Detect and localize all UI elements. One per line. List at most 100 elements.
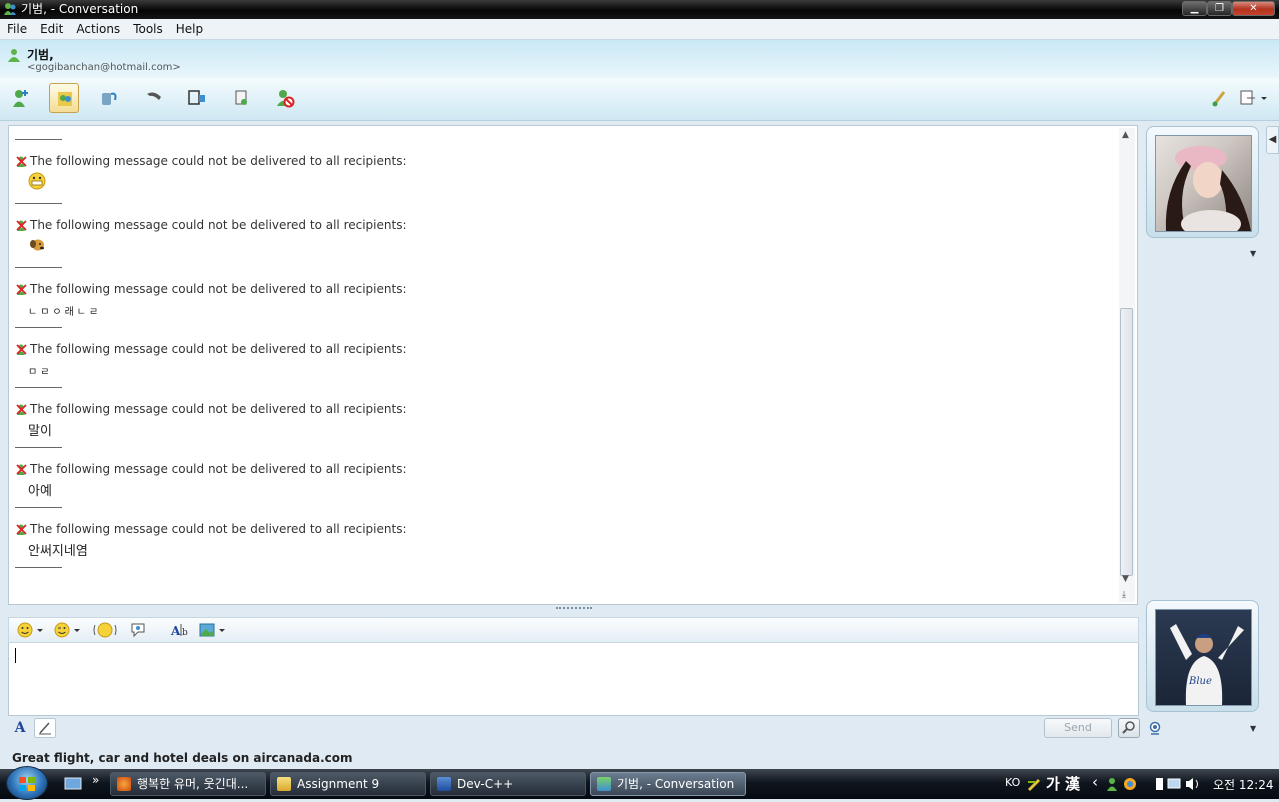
my-picture-dropdown[interactable]: ▼ (1250, 724, 1256, 733)
taskbar-item-label: 행복한 유머, 웃긴대... (137, 777, 249, 791)
input-language[interactable]: KO (1005, 776, 1020, 789)
tray-system-icons[interactable] (1154, 776, 1210, 792)
undelivered-icon (16, 156, 27, 167)
contact-status-icon (8, 49, 20, 62)
taskbar-item-label: 기범, - Conversation (617, 777, 735, 791)
contact-name[interactable]: 기범, (27, 46, 54, 63)
title-bar[interactable]: 기범, - Conversation ▁ ❐ ✕ (0, 0, 1279, 19)
search-button[interactable] (1118, 718, 1140, 738)
nudge-icon[interactable] (93, 621, 117, 639)
menu-help[interactable]: Help (169, 19, 209, 39)
message-content: ㄴㅁㅇ래ㄴㄹ (28, 307, 102, 318)
taskbar-item-label: Assignment 9 (297, 777, 380, 791)
taskbar-item-conversation[interactable]: 기범, - Conversation (590, 772, 746, 796)
ad-banner[interactable]: Great flight, car and hotel deals on air… (12, 751, 353, 765)
window-title: 기범, - Conversation (21, 2, 139, 16)
video-call-icon[interactable] (94, 83, 124, 113)
message-separator (15, 387, 62, 388)
messenger-icon (4, 3, 16, 15)
history-scrollbar[interactable]: ▲ ▼ ⤓ (1119, 128, 1135, 602)
undelivered-text: The following message could not be deliv… (30, 218, 407, 232)
undelivered-icon (16, 344, 27, 355)
undelivered-text: The following message could not be deliv… (30, 282, 407, 296)
message-separator (15, 139, 62, 140)
handwriting-button[interactable] (34, 718, 56, 738)
contact-email: <gogibanchan@hotmail.com> (27, 62, 181, 73)
menu-actions[interactable]: Actions (69, 19, 126, 39)
invite-contact-icon[interactable] (6, 83, 36, 113)
scroll-down-arrow[interactable]: ▼ (1122, 574, 1129, 584)
undelivered-text: The following message could not be deliv… (30, 342, 407, 356)
paintbrush-icon[interactable] (1210, 88, 1230, 108)
start-button[interactable] (6, 766, 48, 800)
grin-emoticon (28, 172, 46, 190)
message-separator (15, 327, 62, 328)
webcam-icon[interactable] (182, 83, 212, 113)
tray-expand-icon[interactable]: ‹ (1092, 773, 1098, 791)
taskbar-item-browser[interactable]: 행복한 유머, 웃긴대... (110, 772, 266, 796)
clock[interactable]: 오전 12:24 (1213, 776, 1273, 793)
undelivered-icon (16, 464, 27, 475)
resize-grip[interactable] (556, 607, 592, 613)
voice-clip-icon[interactable] (129, 621, 147, 639)
windows-logo-icon (19, 777, 35, 791)
text-caret (15, 648, 16, 663)
menu-file[interactable]: File (0, 19, 33, 39)
show-desktop-icon[interactable] (64, 777, 82, 791)
contact-display-picture[interactable] (1146, 126, 1259, 238)
message-separator (15, 507, 62, 508)
wink-picker-icon[interactable] (54, 621, 82, 639)
language-bar-icon[interactable] (1026, 776, 1042, 792)
display-picture-dropdown[interactable]: ▼ (1250, 249, 1256, 258)
pen-icon (39, 722, 51, 735)
minimize-button[interactable]: ▁ (1182, 1, 1207, 16)
my-photo-image: Blue (1170, 624, 1244, 705)
menu-edit[interactable]: Edit (33, 19, 69, 39)
undelivered-icon (16, 524, 27, 535)
contact-photo (1155, 135, 1252, 232)
message-separator (15, 203, 62, 204)
taskbar-item-folder[interactable]: Assignment 9 (270, 772, 426, 796)
message-content: ㅁㄹ (28, 367, 53, 378)
undelivered-text: The following message could not be deliv… (30, 154, 407, 168)
games-icon[interactable] (227, 83, 257, 113)
menu-tools[interactable]: Tools (126, 19, 169, 39)
taskbar-item-label: Dev-C++ (457, 777, 514, 791)
ime-mode[interactable]: 가 漢 (1046, 773, 1080, 794)
my-display-picture[interactable]: Blue (1146, 600, 1259, 712)
message-separator (15, 267, 62, 268)
svg-text:A: A (170, 624, 181, 638)
background-picker-icon[interactable] (198, 621, 228, 639)
webcam-status-icon[interactable] (1148, 721, 1162, 735)
call-icon[interactable] (139, 83, 169, 113)
taskbar-item-devcpp[interactable]: Dev-C++ (430, 772, 586, 796)
messenger-icon (597, 777, 611, 791)
collapse-pane-button[interactable]: ◀ (1266, 126, 1279, 154)
compose-toolbar: Ab (8, 617, 1139, 643)
folder-icon (277, 777, 291, 791)
quick-launch-chevron[interactable]: » (92, 773, 99, 787)
send-button[interactable]: Send (1044, 718, 1112, 738)
message-content: 말이 (28, 424, 52, 439)
scrollbar-thumb[interactable] (1120, 308, 1133, 576)
show-menu-icon[interactable] (1238, 88, 1268, 108)
undelivered-text: The following message could not be deliv… (30, 462, 407, 476)
conversation-history[interactable]: The following message could not be deliv… (8, 125, 1138, 605)
conversation-toolbar (0, 78, 1279, 121)
font-settings-icon[interactable]: Ab (170, 621, 190, 639)
font-button[interactable]: A (9, 718, 31, 738)
undelivered-text: The following message could not be deliv… (30, 402, 407, 416)
firefox-icon (117, 777, 131, 791)
message-input[interactable] (8, 643, 1139, 716)
emoticon-picker-icon[interactable] (17, 621, 45, 639)
block-icon[interactable] (270, 83, 300, 113)
svg-text:b: b (182, 628, 188, 638)
scroll-up-arrow[interactable]: ▲ (1122, 130, 1129, 140)
share-files-icon[interactable] (49, 83, 79, 113)
undelivered-icon (16, 284, 27, 295)
tray-messenger-icons[interactable] (1106, 776, 1140, 792)
message-separator (15, 567, 62, 568)
close-button[interactable]: ✕ (1232, 1, 1275, 16)
maximize-button[interactable]: ❐ (1207, 1, 1232, 16)
scroll-end-arrow[interactable]: ⤓ (1122, 590, 1126, 600)
